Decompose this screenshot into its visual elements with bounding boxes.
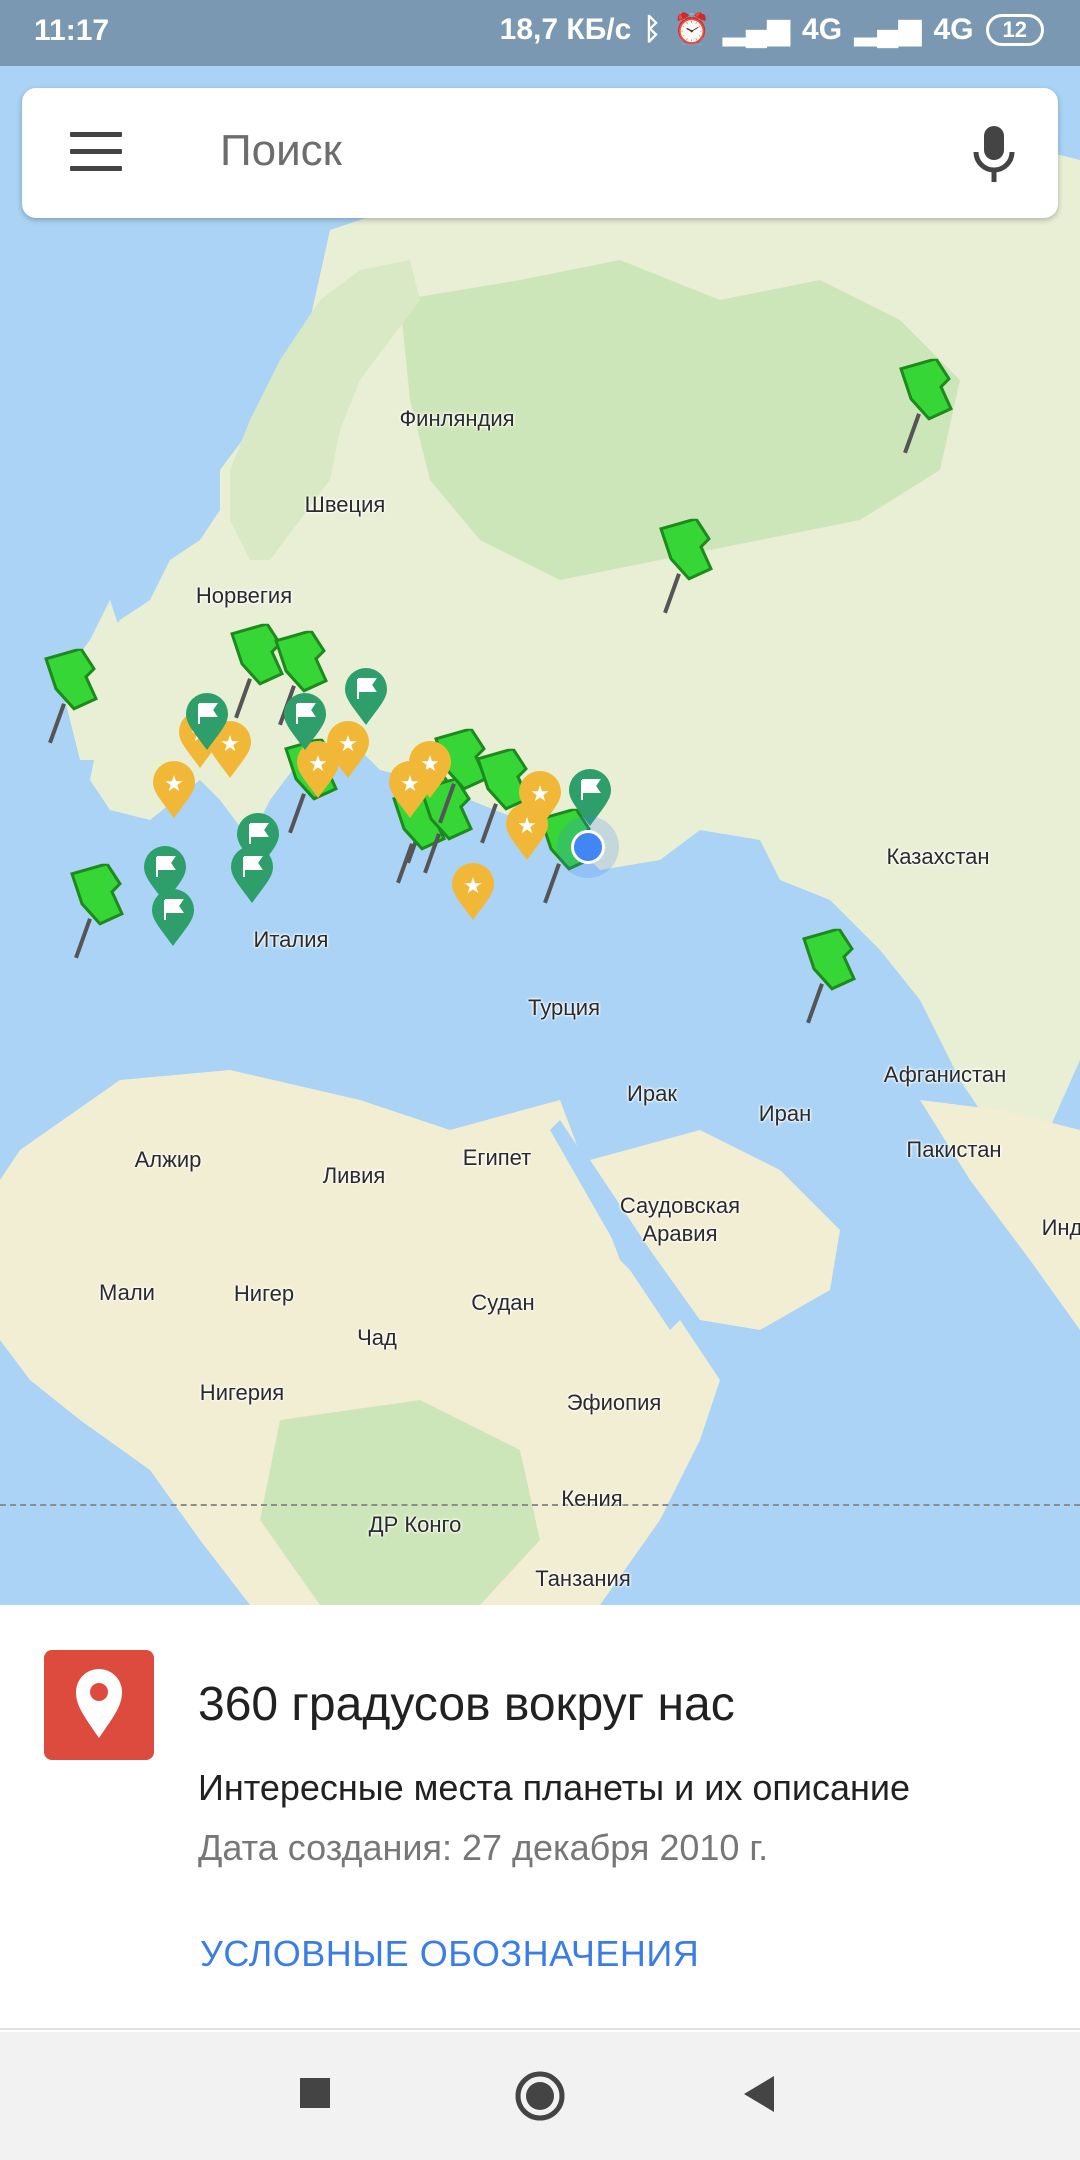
place-label: Ирак xyxy=(627,1081,677,1106)
teal-flag-marker[interactable] xyxy=(150,888,196,948)
equator-line xyxy=(0,1504,1080,1506)
svg-text:★: ★ xyxy=(463,874,483,899)
place-label: Египет xyxy=(462,1145,532,1170)
triangle-back-icon[interactable] xyxy=(742,2074,776,2114)
status-bar: 11:17 18,7 КБ/с ᛒ ⏰ ▂▄▆ 4G ▂▄▆ 4G 12 xyxy=(0,0,1080,66)
battery-indicator: 12 xyxy=(985,13,1044,46)
green-pushpin-marker[interactable] xyxy=(891,358,961,455)
teal-flag-marker[interactable] xyxy=(282,692,328,752)
map-info-panel: 360 градусов вокруг нас Интересные места… xyxy=(0,1605,1080,2030)
place-label: Саудовская Аравия xyxy=(619,1193,741,1246)
yellow-star-marker[interactable]: ★ xyxy=(151,760,197,820)
place-label: Чад xyxy=(357,1325,397,1350)
place-label: Инд xyxy=(1041,1215,1080,1240)
signal-icon: ▂▄▆ xyxy=(722,13,791,46)
bluetooth-icon: ᛒ xyxy=(643,12,662,46)
place-label: Нигерия xyxy=(199,1380,285,1405)
place-label: Финляндия xyxy=(399,406,515,431)
place-label: Ливия xyxy=(322,1163,386,1188)
svg-text:★: ★ xyxy=(400,772,420,797)
place-label: Пакистан xyxy=(906,1137,1002,1162)
place-label: Алжир xyxy=(134,1147,202,1172)
place-label: Кения xyxy=(561,1486,623,1511)
legend-link[interactable]: УСЛОВНЫЕ ОБОЗНАЧЕНИЯ xyxy=(200,1933,699,1975)
yellow-star-marker[interactable]: ★ xyxy=(450,862,496,922)
hamburger-menu-icon[interactable] xyxy=(70,132,122,172)
circle-home-icon[interactable] xyxy=(514,2070,566,2122)
svg-text:★: ★ xyxy=(338,732,358,757)
alarm-icon: ⏰ xyxy=(673,13,711,46)
place-label: Италия xyxy=(253,927,329,952)
signal-icon: ▂▄▆ xyxy=(854,13,922,46)
teal-flag-marker[interactable] xyxy=(184,692,230,752)
svg-text:★: ★ xyxy=(164,772,184,797)
status-time: 11:17 xyxy=(34,14,110,47)
yellow-star-marker[interactable]: ★ xyxy=(387,760,433,820)
place-label: Иран xyxy=(758,1101,812,1126)
place-label: Казахстан xyxy=(886,844,990,869)
green-pushpin-marker[interactable] xyxy=(651,518,721,615)
green-pushpin-marker[interactable] xyxy=(794,928,864,1025)
network-type-2: 4G xyxy=(933,12,974,46)
yellow-star-marker[interactable]: ★ xyxy=(504,802,550,862)
teal-flag-marker[interactable] xyxy=(229,845,275,905)
search-bar[interactable]: Поиск xyxy=(22,88,1058,218)
place-label: Афганистан xyxy=(883,1062,1007,1087)
map-title: 360 градусов вокруг нас xyxy=(198,1678,735,1731)
place-label: Норвегия xyxy=(195,583,293,608)
svg-text:★: ★ xyxy=(517,814,537,839)
system-nav-bar xyxy=(0,2032,1080,2160)
teal-flag-marker[interactable] xyxy=(567,768,613,828)
map-pin-logo-icon xyxy=(44,1650,154,1760)
place-label: Эфиопия xyxy=(566,1390,662,1415)
place-label: Танзания xyxy=(535,1566,631,1591)
green-pushpin-marker[interactable] xyxy=(62,863,132,960)
my-location-dot[interactable] xyxy=(571,830,605,864)
place-label: Мали xyxy=(99,1280,155,1305)
creation-date: Дата создания: 27 декабря 2010 г. xyxy=(198,1827,769,1868)
place-label: ДР Конго xyxy=(368,1512,462,1537)
place-label: Судан xyxy=(471,1290,535,1315)
status-icons: 18,7 КБ/с ᛒ ⏰ ▂▄▆ 4G ▂▄▆ 4G 12 xyxy=(500,12,1044,47)
yellow-star-marker[interactable]: ★ xyxy=(325,720,371,780)
microphone-icon[interactable] xyxy=(972,124,1016,184)
search-input[interactable]: Поиск xyxy=(220,126,342,176)
teal-flag-marker[interactable] xyxy=(343,667,389,727)
network-type-1: 4G xyxy=(802,12,843,46)
place-label: Турция xyxy=(528,995,600,1020)
network-speed: 18,7 КБ/с xyxy=(499,12,632,46)
place-label: Нигер xyxy=(233,1281,295,1306)
map-view[interactable]: Финляндия Швеция Норвегия Казахстан Итал… xyxy=(0,0,1080,1605)
square-recents-icon[interactable] xyxy=(298,2076,332,2110)
green-pushpin-marker[interactable] xyxy=(36,648,106,745)
place-label: Швеция xyxy=(304,492,386,517)
map-description: Интересные места планеты и их описание xyxy=(198,1767,911,1808)
